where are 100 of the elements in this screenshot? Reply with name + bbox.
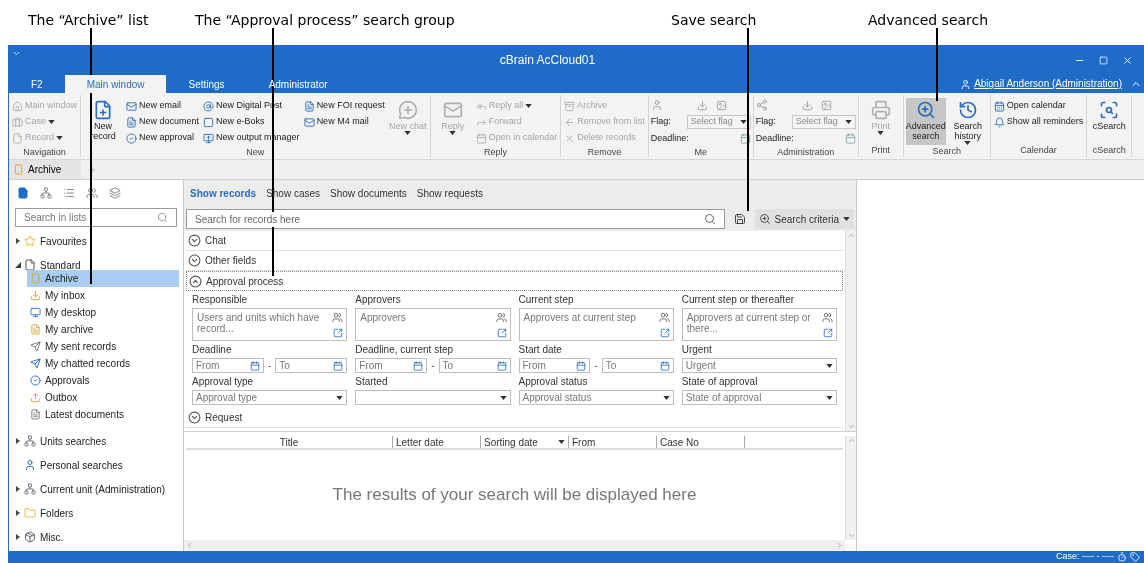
large-ribbon-button[interactable]: Advanced search bbox=[905, 98, 946, 145]
section-header[interactable]: Other fields bbox=[186, 251, 843, 271]
maximize-icon[interactable] bbox=[1099, 55, 1108, 65]
close-icon[interactable] bbox=[1122, 54, 1133, 66]
tree-item[interactable]: Archive bbox=[27, 270, 179, 287]
select-field[interactable]: State of approval bbox=[681, 390, 837, 405]
stack-icon[interactable] bbox=[109, 187, 121, 199]
document-icon bbox=[126, 116, 138, 128]
date-to-field[interactable]: To bbox=[275, 358, 348, 373]
collapsed-arrow-icon[interactable] bbox=[15, 534, 21, 540]
expand-icon[interactable] bbox=[496, 328, 507, 338]
view-tab[interactable]: Show documents bbox=[330, 186, 407, 201]
collapsed-arrow-icon[interactable] bbox=[15, 486, 21, 492]
select-field[interactable]: Urgent bbox=[681, 358, 837, 373]
tree-item[interactable]: Personal searches bbox=[24, 457, 123, 473]
ribbon-button[interactable]: New FOI request bbox=[302, 98, 386, 114]
ribbon-tab[interactable]: F2 bbox=[9, 75, 65, 93]
view-tab[interactable]: Show records bbox=[190, 186, 257, 201]
house-icon bbox=[12, 100, 23, 112]
tree-item[interactable]: My chatted records bbox=[27, 355, 179, 372]
document-tab[interactable]: Archive bbox=[9, 160, 81, 179]
people-field[interactable]: Users and units which have record... bbox=[192, 308, 348, 341]
tree-item[interactable]: Current unit (Administration) bbox=[24, 481, 166, 497]
date-to-field[interactable]: To bbox=[438, 358, 511, 373]
tree-item[interactable]: Latest documents bbox=[27, 406, 179, 423]
collapsed-arrow-icon[interactable] bbox=[15, 438, 21, 444]
ribbon-button[interactable]: New document bbox=[125, 114, 201, 130]
monitor-icon bbox=[30, 307, 41, 318]
large-ribbon-button[interactable]: Search history bbox=[947, 98, 988, 145]
select-field[interactable]: Approval status bbox=[518, 390, 674, 405]
section-header[interactable]: Request bbox=[186, 408, 843, 428]
network-icon[interactable] bbox=[40, 187, 52, 199]
menu-icon[interactable] bbox=[12, 49, 21, 58]
list-icon[interactable] bbox=[63, 187, 75, 199]
tag-icon[interactable] bbox=[1130, 552, 1140, 562]
network-icon bbox=[755, 99, 768, 111]
tree-item[interactable]: Standard bbox=[24, 257, 81, 273]
tree-item[interactable]: Approvals bbox=[27, 372, 179, 389]
ribbon-button[interactable]: New e-Boks bbox=[202, 114, 301, 130]
ribbon-tab[interactable]: Main window bbox=[64, 75, 167, 93]
save-icon[interactable] bbox=[733, 213, 746, 225]
collapsed-arrow-icon[interactable] bbox=[15, 510, 21, 516]
expand-icon[interactable] bbox=[659, 328, 670, 338]
select-field[interactable] bbox=[355, 390, 511, 405]
document-icon[interactable] bbox=[17, 187, 29, 199]
people-field[interactable]: Approvers bbox=[355, 308, 511, 341]
user-link[interactable]: Abigail Anderson (Administration) bbox=[974, 76, 1122, 91]
envelope-icon bbox=[442, 100, 463, 120]
clock-icon bbox=[957, 100, 978, 120]
ribbon-button[interactable]: New email bbox=[125, 98, 201, 114]
person-icon bbox=[960, 79, 972, 90]
expanded-arrow-icon[interactable] bbox=[15, 262, 21, 268]
date-from-field[interactable]: From bbox=[518, 358, 591, 373]
date-from-field[interactable]: From bbox=[355, 358, 428, 373]
chevron-up-circle-icon bbox=[189, 274, 202, 288]
timer-icon[interactable] bbox=[1117, 552, 1127, 562]
range-separator: - bbox=[267, 359, 272, 373]
tree-item[interactable]: Favourites bbox=[24, 233, 87, 249]
column-header[interactable]: Letter date bbox=[393, 436, 481, 448]
ribbon-tab[interactable]: Settings bbox=[166, 75, 247, 93]
people-field[interactable]: Approvers at current step bbox=[518, 308, 674, 341]
tree-item[interactable]: My archive bbox=[27, 321, 179, 338]
collapsed-arrow-icon[interactable] bbox=[15, 238, 21, 244]
calendar-icon[interactable] bbox=[739, 133, 751, 144]
column-header[interactable]: From bbox=[569, 436, 657, 448]
tree-item[interactable]: Units searches bbox=[24, 433, 107, 449]
section-header[interactable]: Chat bbox=[186, 231, 843, 251]
date-to-field[interactable]: To bbox=[601, 358, 674, 373]
tree-item[interactable]: Folders bbox=[24, 505, 74, 521]
tree-item[interactable]: My desktop bbox=[27, 304, 179, 321]
tree-item[interactable]: My inbox bbox=[27, 287, 179, 304]
section-header[interactable]: Approval process bbox=[186, 271, 843, 291]
dropdown-caret-icon bbox=[739, 119, 747, 124]
ribbon-button[interactable]: New M4 mail bbox=[302, 114, 386, 130]
people-field[interactable]: Approvers at current step or there... bbox=[681, 308, 837, 341]
field-label: Deadline, current step bbox=[355, 344, 455, 356]
column-header[interactable]: Case No bbox=[657, 436, 745, 448]
search-criteria-button[interactable]: Search criteria bbox=[754, 209, 854, 229]
select-field[interactable]: Approval type bbox=[192, 390, 348, 405]
deadline-label: Deadline: bbox=[650, 131, 689, 145]
ribbon-button[interactable]: New approval bbox=[125, 130, 201, 146]
new-tab-icon[interactable] bbox=[87, 165, 97, 175]
flag-label: Flag: bbox=[755, 114, 776, 128]
date-from-field[interactable]: From bbox=[192, 358, 264, 373]
column-header[interactable]: Sorting date bbox=[481, 436, 569, 448]
large-ribbon-button[interactable]: cSearch bbox=[1089, 98, 1130, 144]
tree-item[interactable]: My sent records bbox=[27, 338, 179, 355]
tree-item[interactable]: Outbox bbox=[27, 389, 179, 406]
ribbon-button[interactable]: Open calendar bbox=[992, 98, 1085, 114]
search-field[interactable]: Search in lists bbox=[15, 208, 177, 227]
view-tab[interactable]: Show requests bbox=[416, 186, 483, 201]
people-icon[interactable] bbox=[86, 187, 98, 199]
expand-icon[interactable] bbox=[823, 328, 833, 338]
ribbon-button[interactable]: Show all reminders bbox=[992, 114, 1085, 130]
tree-item[interactable]: Misc. bbox=[24, 529, 64, 545]
search-icon[interactable] bbox=[703, 213, 716, 225]
search-field[interactable]: Search for records here bbox=[186, 209, 725, 229]
expand-icon[interactable] bbox=[333, 328, 344, 338]
column-header[interactable]: Title bbox=[186, 436, 393, 448]
annotation-label: The “Approval process” search group bbox=[195, 11, 455, 30]
